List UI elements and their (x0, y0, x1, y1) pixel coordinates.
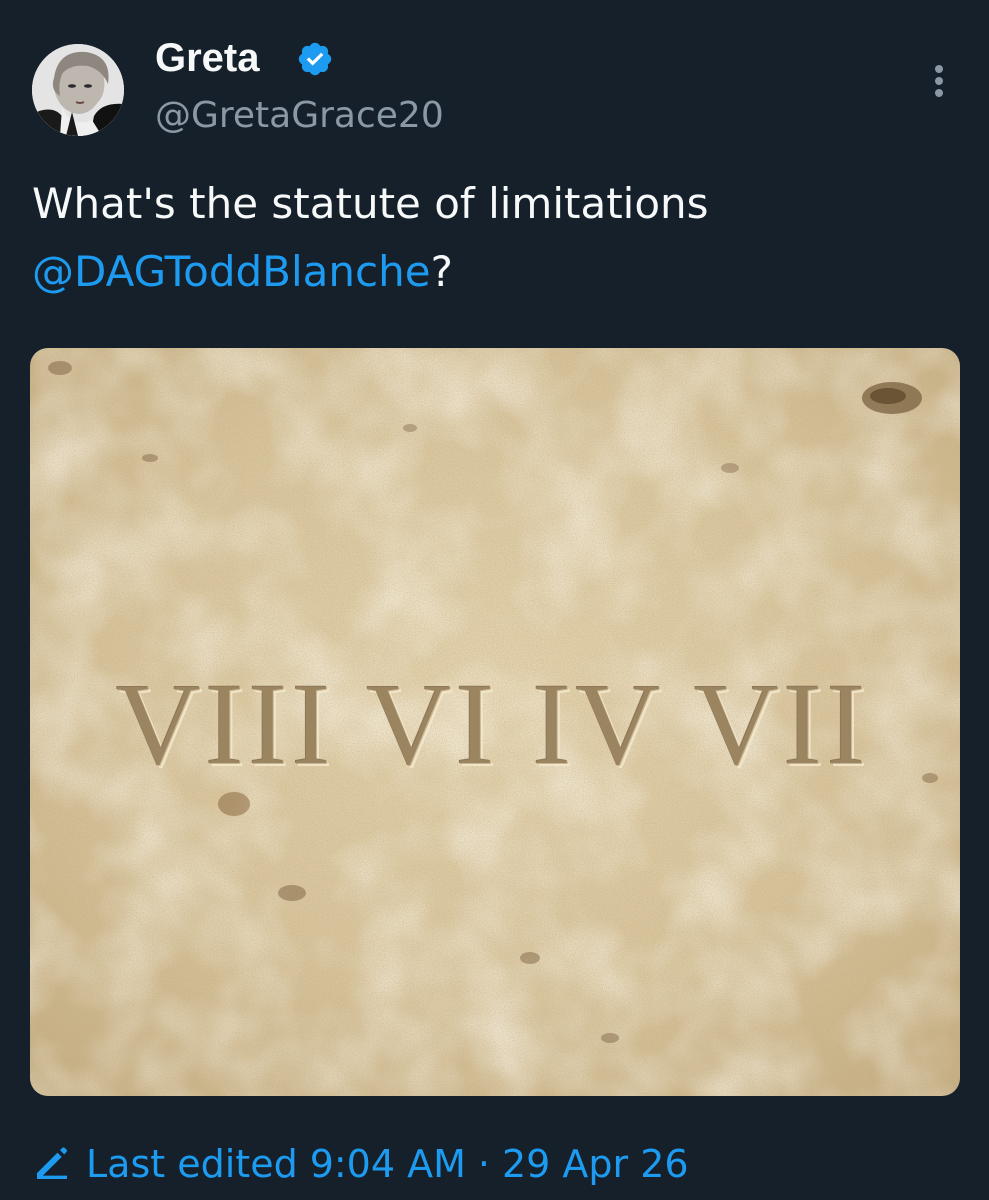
edited-time: 9:04 AM (309, 1142, 466, 1186)
avatar[interactable] (32, 44, 124, 136)
pencil-icon (37, 1147, 67, 1179)
tweet-text-part: ? (430, 247, 453, 296)
engraving-fill: VIII VI IV VII (116, 659, 870, 790)
tweet-text-part: What's the statute of limitations (32, 179, 709, 228)
user-handle[interactable]: @GretaGrace20 (155, 90, 444, 142)
tweet-card: Greta @GretaGrace20 What's the statute o… (0, 0, 989, 1200)
mention-link[interactable]: @DAGToddBlanche (32, 247, 431, 296)
edited-date: 29 Apr 26 (502, 1142, 689, 1186)
stone-tablet-image: VIII VI IV VII VIII VI IV VII VIII VI IV… (30, 348, 960, 1096)
media-image[interactable]: VIII VI IV VII VIII VI IV VII VIII VI IV… (30, 348, 960, 1096)
edited-label: Last edited (86, 1142, 298, 1186)
display-name[interactable]: Greta (155, 32, 260, 84)
more-options-button[interactable] (922, 58, 956, 104)
more-vertical-icon (935, 65, 943, 97)
last-edited-link[interactable]: Last edited 9:04 AM · 29 Apr 26 (32, 1134, 689, 1194)
verified-badge-icon (298, 42, 332, 76)
avatar-image (32, 44, 124, 136)
tweet-text: What's the statute of limitations @DAGTo… (32, 170, 952, 306)
edited-separator: · (477, 1142, 490, 1186)
